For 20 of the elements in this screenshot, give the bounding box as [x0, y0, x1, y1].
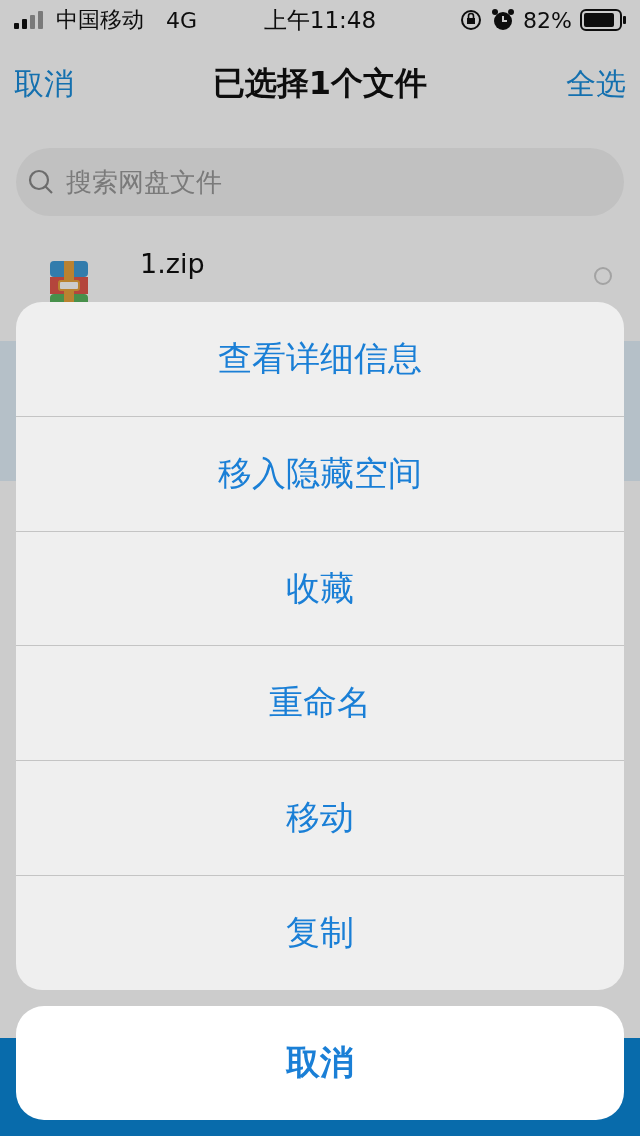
- action-item[interactable]: 收藏: [16, 531, 624, 647]
- rotation-lock-icon: [459, 8, 484, 32]
- select-radio[interactable]: [594, 267, 612, 285]
- action-item[interactable]: 移动: [16, 761, 624, 877]
- action-item[interactable]: 移入隐藏空间: [16, 416, 624, 532]
- action-item[interactable]: 重命名: [16, 646, 624, 762]
- cancel-button[interactable]: 取消: [14, 63, 74, 105]
- file-name: 1.zip: [140, 248, 206, 279]
- action-item[interactable]: 复制: [16, 876, 624, 990]
- clock-time: 上午11:48: [263, 5, 377, 35]
- cancel-button[interactable]: 取消: [16, 1006, 624, 1120]
- page-title: 已选择1个文件: [212, 63, 428, 104]
- carrier-name: 中国移动: [56, 6, 144, 34]
- network-type: 4G: [166, 7, 198, 33]
- battery-icon: [580, 9, 626, 31]
- action-item[interactable]: 查看详细信息: [16, 302, 624, 417]
- select-all-button[interactable]: 全选: [566, 63, 626, 105]
- search-field[interactable]: 搜索网盘文件: [16, 148, 624, 216]
- battery-percent: 82%: [523, 7, 572, 33]
- alarm-icon: [491, 8, 516, 32]
